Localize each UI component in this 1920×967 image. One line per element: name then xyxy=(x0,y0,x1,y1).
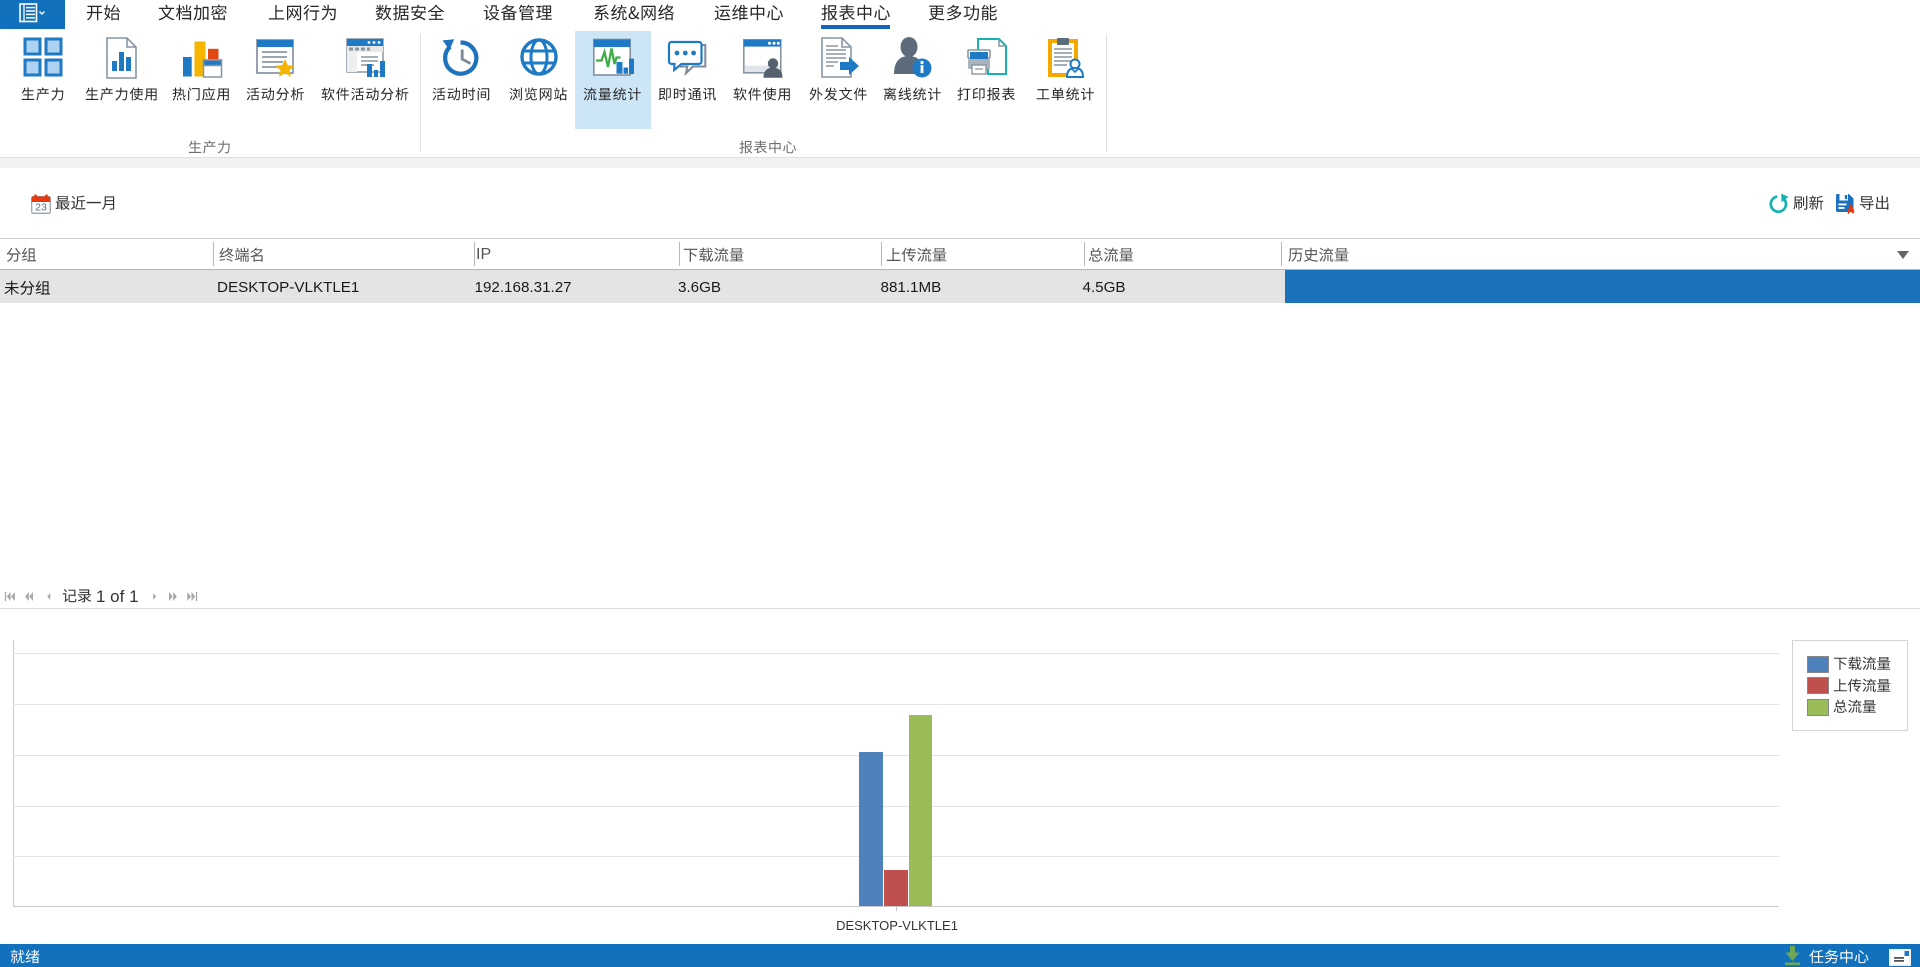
svg-text:23: 23 xyxy=(35,202,47,214)
